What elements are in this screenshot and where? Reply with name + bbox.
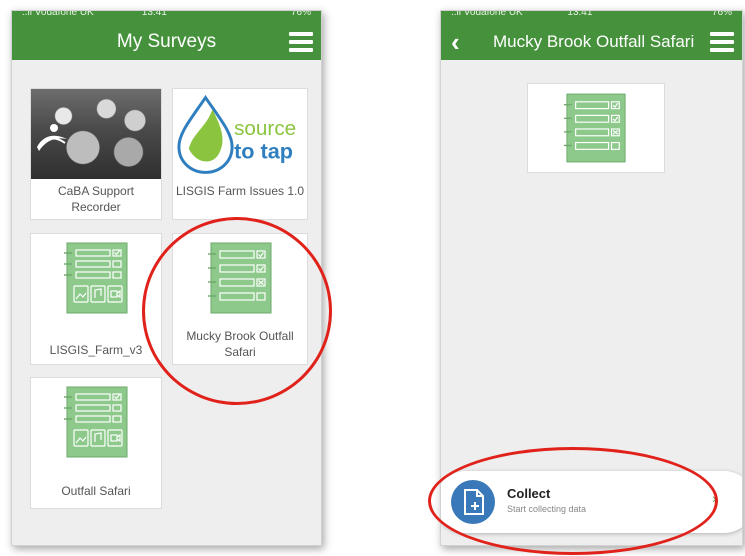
survey-name: CaBA Support Recorder <box>57 184 135 214</box>
carrier-text: ..il Vodafone UK <box>451 11 523 18</box>
page-title: My Surveys <box>116 31 217 52</box>
svg-text:to tap: to tap <box>234 139 293 164</box>
source-to-tap-logo-icon: source to tap <box>177 94 296 174</box>
battery-text: 76% <box>290 11 311 18</box>
survey-thumbnail-source-to-tap: source to tap <box>173 89 307 179</box>
chevron-right-icon: › <box>712 490 717 506</box>
page-title: Mucky Brook Outfall Safari <box>493 32 695 51</box>
survey-tile-lisgis-farm-issues[interactable]: source to tap LISGIS Farm Issues 1.0 <box>172 88 308 220</box>
survey-thumbnail-form <box>31 378 161 468</box>
carrier-text: ..il Vodafone UK <box>22 11 94 18</box>
hamburger-menu-icon[interactable] <box>289 32 313 54</box>
header-bar: ‹ Mucky Brook Outfall Safari <box>441 26 742 60</box>
collect-title: Collect <box>507 486 551 501</box>
header-bar: My Surveys <box>12 26 321 60</box>
form-icon <box>564 92 628 164</box>
caba-logo-icon <box>37 124 67 151</box>
survey-tile-lisgis-farm-v3[interactable]: LISGIS_Farm_v3 <box>30 233 162 365</box>
survey-tile-caba[interactable]: CaBA Support Recorder <box>30 88 162 220</box>
svg-text:source: source <box>234 117 296 140</box>
form-media-icon <box>64 386 130 458</box>
clock-text: 13:41 <box>141 11 167 18</box>
form-media-icon <box>64 242 130 314</box>
status-bar: ..il Vodafone UK 13:41 76% <box>12 11 321 26</box>
survey-thumbnail-form <box>173 234 307 324</box>
survey-name: Mucky Brook Outfall Safari <box>186 329 294 359</box>
clock-text: 13:41 <box>567 11 593 18</box>
survey-tile-mucky-brook[interactable]: Mucky Brook Outfall Safari <box>172 233 308 365</box>
survey-detail-screen: ..il Vodafone UK 13:41 76% ‹ Mucky Brook… <box>440 10 743 546</box>
survey-tile-outfall-safari[interactable]: Outfall Safari <box>30 377 162 509</box>
my-surveys-screen: ..il Vodafone UK 13:41 76% My Surveys Ca… <box>11 10 322 546</box>
battery-text: 76% <box>711 11 732 18</box>
new-document-icon <box>464 489 484 515</box>
collect-button[interactable] <box>451 480 495 524</box>
collect-action[interactable]: Collect Start collecting data › <box>441 471 742 533</box>
form-icon <box>208 242 274 314</box>
survey-name: LISGIS Farm Issues 1.0 <box>175 184 305 198</box>
survey-thumbnail-form <box>31 234 161 324</box>
collect-subtitle: Start collecting data <box>507 504 587 514</box>
survey-name: LISGIS_Farm_v3 <box>49 343 143 357</box>
back-arrow-icon[interactable]: ‹ <box>451 29 471 55</box>
status-bar: ..il Vodafone UK 13:41 76% <box>441 11 742 26</box>
survey-thumbnail <box>527 83 665 173</box>
hamburger-menu-icon[interactable] <box>710 32 734 54</box>
survey-thumbnail-photo <box>31 89 161 179</box>
survey-name: Outfall Safari <box>61 484 131 498</box>
